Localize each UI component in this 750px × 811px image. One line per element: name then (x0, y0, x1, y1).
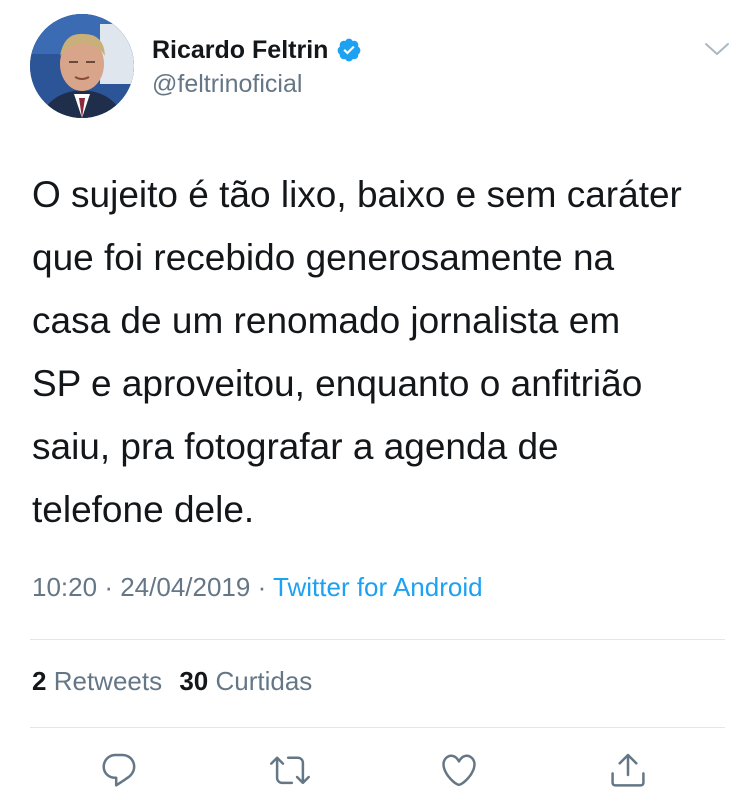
chevron-down-icon[interactable] (704, 38, 730, 60)
display-name-row: Ricardo Feltrin (152, 34, 362, 66)
display-name[interactable]: Ricardo Feltrin (152, 36, 328, 65)
action-bar (0, 748, 750, 798)
retweets-count: 2 (32, 666, 47, 696)
retweet-icon (270, 756, 310, 785)
retweets-label: Retweets (53, 666, 163, 696)
heart-icon (442, 754, 476, 787)
tweet-card: Ricardo Feltrin @feltrinoficial O sujeit… (0, 0, 750, 811)
divider (30, 727, 725, 728)
tweet-stats: 2 Retweets 30 Curtidas (32, 666, 312, 697)
meta-separator: · (104, 572, 113, 602)
reply-icon (102, 753, 136, 787)
likes-label: Curtidas (215, 666, 313, 696)
likes-count: 30 (179, 666, 209, 696)
author-names: Ricardo Feltrin @feltrinoficial (152, 34, 362, 99)
divider (30, 639, 725, 640)
retweet-button[interactable] (268, 748, 312, 792)
tweet-text: O sujeito é tão lixo, baixo e sem caráte… (32, 174, 682, 530)
tweet-time: 10:20 (32, 572, 98, 602)
tweet-date: 24/04/2019 (120, 572, 251, 602)
tweet-meta: 10:20 · 24/04/2019 · Twitter for Android (32, 572, 483, 603)
tweet-header: Ricardo Feltrin @feltrinoficial (30, 14, 730, 118)
verified-badge-icon (338, 38, 361, 62)
retweets-stat[interactable]: 2 Retweets (32, 666, 169, 696)
meta-separator: · (257, 572, 267, 602)
avatar[interactable] (30, 14, 134, 118)
tweet-source-link[interactable]: Twitter for Android (273, 572, 483, 602)
reply-button[interactable] (97, 748, 141, 792)
avatar-photo (30, 14, 134, 118)
author-handle[interactable]: @feltrinoficial (152, 70, 362, 99)
likes-stat[interactable]: 30 Curtidas (179, 666, 312, 696)
share-button[interactable] (606, 748, 650, 792)
like-button[interactable] (437, 748, 481, 792)
share-icon (611, 753, 645, 787)
